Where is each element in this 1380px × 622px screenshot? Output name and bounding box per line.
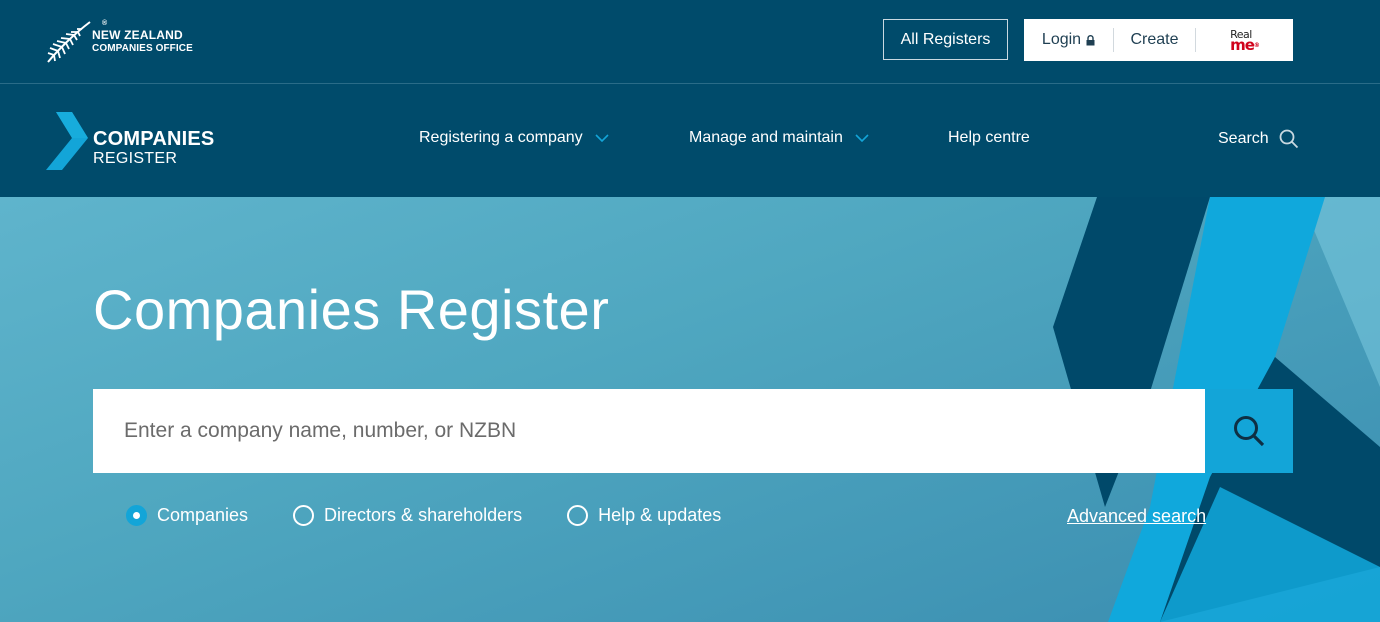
top-bar: ® NEW ZEALAND COMPANIES OFFICE All Regis… [0,0,1380,84]
radio-help-updates[interactable]: Help & updates [567,505,721,526]
search-type-options: Companies Directors & shareholders Help … [126,505,766,526]
nz-companies-office-logo[interactable]: ® NEW ZEALAND COMPANIES OFFICE [46,18,206,66]
silver-fern-icon [47,21,91,63]
trademark-symbol: ® [102,20,108,27]
lock-icon [1086,34,1095,45]
radio-label: Companies [157,505,249,525]
page-title: Companies Register [93,278,610,341]
search-icon [1279,129,1298,149]
companies-register-logo[interactable]: COMPANIES REGISTER [46,112,214,170]
org-name-line2: COMPANIES OFFICE [92,43,193,54]
register-name-line1: COMPANIES [93,128,215,150]
nav-label: Manage and maintain [689,129,843,146]
radio-button-checked[interactable] [126,505,147,526]
radio-label: Directors & shareholders [324,505,523,525]
hero-section: Companies Register Companies Directors &… [0,197,1380,622]
search-icon [1234,416,1265,447]
advanced-search-link[interactable]: Advanced search [1067,506,1206,527]
chevron-down-icon [595,134,609,142]
nav-registering-a-company[interactable]: Registering a company [419,129,609,147]
radio-directors-shareholders[interactable]: Directors & shareholders [293,505,522,526]
register-name-line2: REGISTER [93,150,178,167]
nav-label: Help centre [948,129,1030,146]
create-button[interactable]: Create [1114,28,1196,52]
nav-label: Registering a company [419,129,583,146]
nav-manage-and-maintain[interactable]: Manage and maintain [689,129,869,147]
chevron-down-icon [855,134,869,142]
radio-label: Help & updates [598,505,722,525]
main-nav: COMPANIES REGISTER Registering a company… [0,85,1380,197]
realme-text-me: me [1230,36,1255,54]
radio-button[interactable] [567,505,589,526]
login-button[interactable]: Login [1024,28,1114,52]
org-name-line1: NEW ZEALAND [92,28,183,42]
radio-button[interactable] [293,505,315,526]
radio-companies[interactable]: Companies [126,505,248,526]
search-box [93,389,1205,473]
login-label: Login [1041,31,1082,48]
nav-search-label: Search [1218,130,1269,147]
search-submit-button[interactable] [1205,389,1293,473]
nav-search-button[interactable]: Search [1218,129,1299,149]
realme-trademark: ® [1253,42,1260,49]
realme-logo: Real me® [1230,29,1260,54]
nav-help-centre[interactable]: Help centre [948,129,1030,147]
chevron-logo-icon [46,112,88,170]
company-search-input[interactable] [93,389,1205,473]
all-registers-button[interactable]: All Registers [883,19,1008,60]
realme-logo-link[interactable]: Real me® [1196,29,1293,54]
login-panel: Login Create Real me® [1024,19,1293,61]
